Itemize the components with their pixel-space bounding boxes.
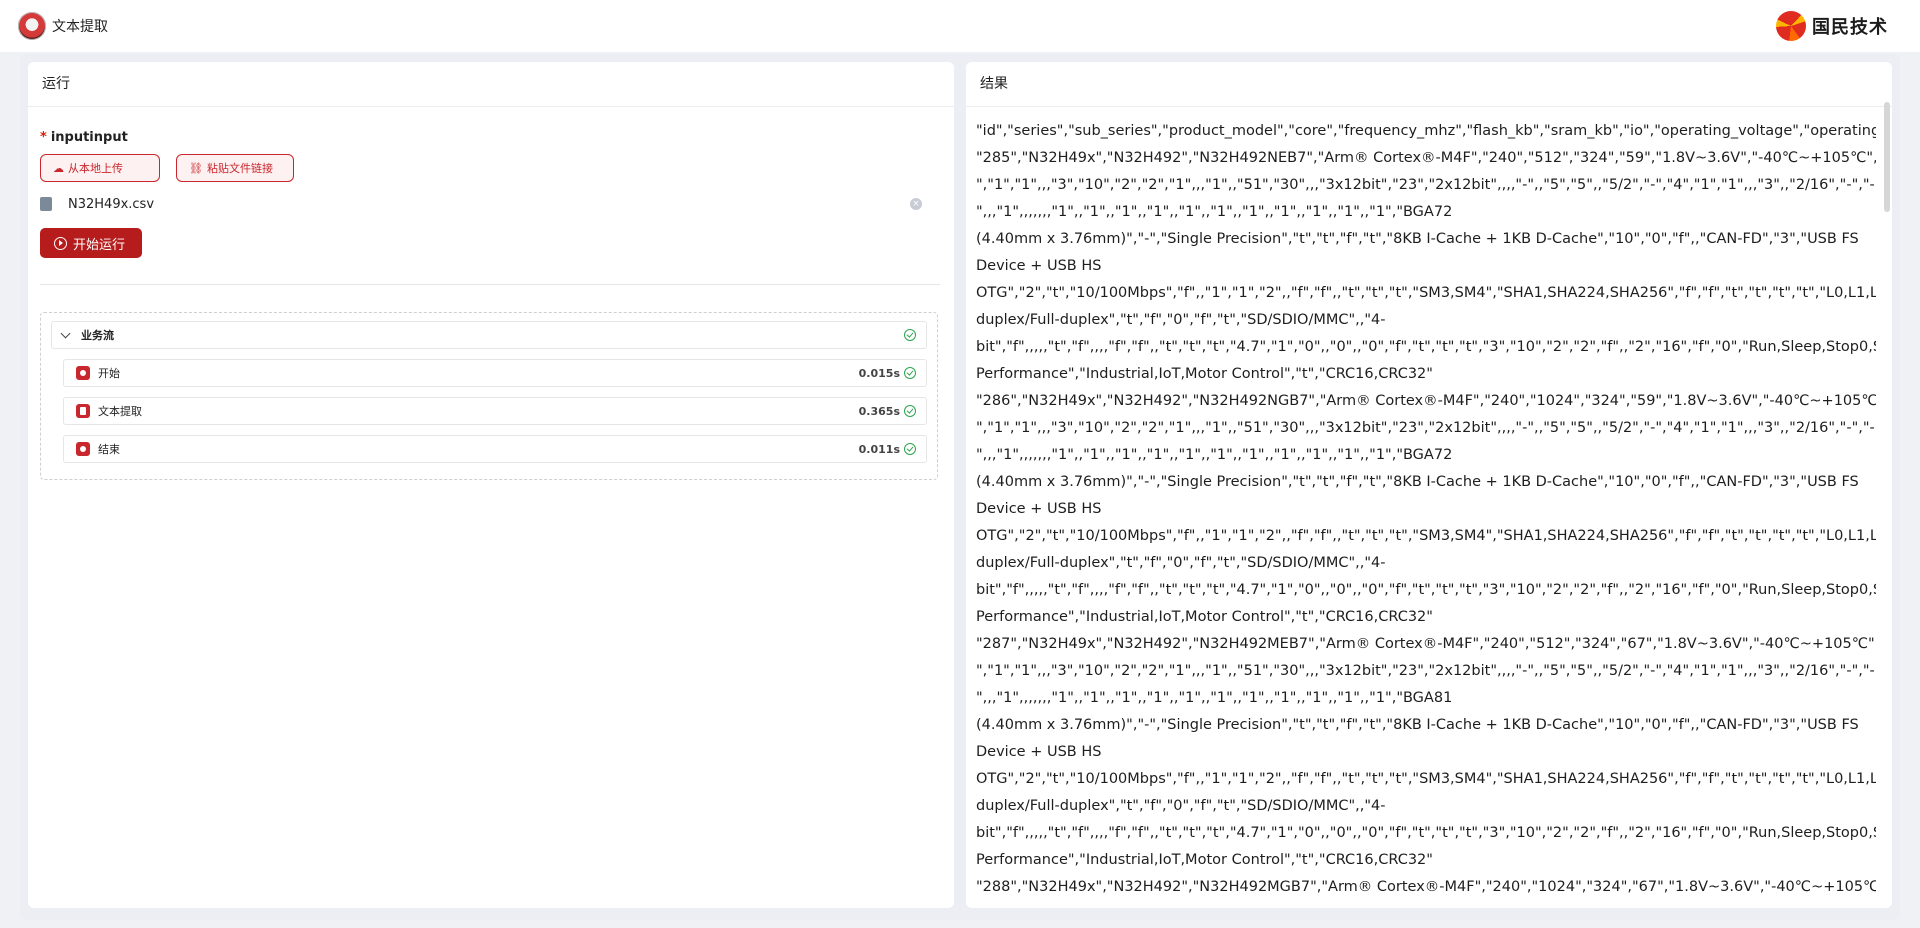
upload-local-button[interactable]: ☁ 从本地上传 — [40, 154, 160, 182]
input-field-label-text: inputinput — [50, 130, 128, 145]
check-circle-icon — [904, 367, 916, 379]
result-panel: 结果 "id","series","sub_series","product_m… — [966, 62, 1892, 908]
step-label: 文本提取 — [98, 405, 142, 418]
chevron-down-icon — [60, 328, 71, 339]
result-line: ","1","1",,,"3","10","2","2","1",,,"1",,… — [976, 663, 1875, 679]
result-line: duplex/Full-duplex","t","f","0","f","t",… — [976, 798, 1386, 814]
link-icon: ⛓ — [189, 161, 203, 175]
result-line: ","1","1",,,"3","10","2","2","1",,,"1",,… — [976, 177, 1875, 193]
result-line: OTG","2","t","10/100Mbps","f",,"1","1","… — [976, 528, 1876, 544]
result-line: ",,,"1",,,,,,,"1",,"1",,"1",,"1",,"1",,"… — [976, 204, 1453, 220]
brand-logo: 国民技术 — [1776, 10, 1888, 42]
brand-name: 国民技术 — [1812, 17, 1888, 38]
result-line: OTG","2","t","10/100Mbps","f",,"1","1","… — [976, 285, 1876, 301]
upload-local-label: 从本地上传 — [68, 162, 123, 175]
step-duration: 0.015s — [858, 366, 900, 380]
result-panel-title: 结果 — [966, 62, 1892, 107]
result-line: duplex/Full-duplex","t","f","0","f","t",… — [976, 312, 1386, 328]
paste-link-label: 粘贴文件链接 — [206, 162, 273, 175]
result-line: Performance","Industrial,IoT,Motor Contr… — [976, 852, 1433, 868]
step-duration: 0.011s — [858, 442, 900, 456]
run-panel: 运行 * inputinput ☁ 从本地上传 ⛓ 粘贴文件链接 N32H49x.… — [28, 62, 954, 908]
remove-file-icon[interactable]: × — [910, 198, 922, 210]
file-name: N32H49x.csv — [68, 196, 155, 212]
result-scrollbar[interactable] — [1884, 102, 1890, 212]
result-line: Performance","Industrial,IoT,Motor Contr… — [976, 609, 1433, 625]
paste-link-button[interactable]: ⛓ 粘贴文件链接 — [176, 154, 294, 182]
input-field-label: * inputinput — [40, 130, 128, 145]
check-circle-icon — [904, 443, 916, 455]
result-line: "287","N32H49x","N32H492","N32H492MEB7",… — [976, 636, 1876, 652]
result-line: "286","N32H49x","N32H492","N32H492NGB7",… — [976, 393, 1876, 409]
result-line: duplex/Full-duplex","t","f","0","f","t",… — [976, 555, 1386, 571]
result-line: ","1","1",,,"3","10","2","2","1",,,"1",,… — [976, 420, 1875, 436]
workflow-step-start[interactable]: 开始 0.015s — [63, 359, 927, 387]
brand-mark-icon — [1776, 11, 1806, 41]
result-output[interactable]: "id","series","sub_series","product_mode… — [976, 118, 1876, 908]
result-line: OTG","2","t","10/100Mbps","f",,"1","1","… — [976, 771, 1876, 787]
document-node-icon — [76, 404, 90, 418]
result-line: (4.40mm x 3.76mm)","-","Single Precision… — [976, 231, 1859, 247]
result-line: ",,,"1",,,,,,,"1",,"1",,"1",,"1",,"1",,"… — [976, 447, 1453, 463]
top-bar: 文本提取 国民技术 — [0, 0, 1920, 52]
step-label: 结束 — [98, 443, 120, 456]
result-line: bit","f",,,,,"t","f",,,,"f","f",,"t","t"… — [976, 825, 1876, 841]
result-line: ",,,"1",,,,,,,"1",,"1",,"1",,"1",,"1",,"… — [976, 690, 1453, 706]
start-node-icon — [76, 366, 90, 380]
required-mark: * — [40, 130, 47, 145]
result-line: "288","N32H49x","N32H492","N32H492MGB7",… — [976, 879, 1876, 895]
end-node-icon — [76, 442, 90, 456]
app-logo-icon — [18, 12, 46, 40]
cloud-upload-icon: ☁ — [53, 161, 64, 175]
check-circle-icon — [904, 329, 916, 341]
app-title: 文本提取 — [52, 19, 108, 35]
result-line: (4.40mm x 3.76mm)","-","Single Precision… — [976, 474, 1859, 490]
step-label: 开始 — [98, 367, 120, 380]
result-line: "id","series","sub_series","product_mode… — [976, 123, 1876, 139]
workflow-title: 业务流 — [81, 329, 114, 342]
result-line: Device + USB HS — [976, 744, 1102, 760]
start-run-button[interactable]: 开始运行 — [40, 228, 142, 258]
workflow-step-text-extract[interactable]: 文本提取 0.365s — [63, 397, 927, 425]
workflow-step-end[interactable]: 结束 0.011s — [63, 435, 927, 463]
step-duration: 0.365s — [858, 404, 900, 418]
result-line: Device + USB HS — [976, 501, 1102, 517]
workflow-box: 业务流 开始 0.015s 文本提取 0.365s 结束 0.011s — [40, 312, 938, 480]
play-circle-icon — [54, 236, 67, 250]
result-line: "285","N32H49x","N32H492","N32H492NEB7",… — [976, 150, 1876, 166]
result-line: Performance","Industrial,IoT,Motor Contr… — [976, 366, 1433, 382]
result-line: Device + USB HS — [976, 258, 1102, 274]
check-circle-icon — [904, 405, 916, 417]
workflow-header[interactable]: 业务流 — [51, 321, 927, 349]
result-text: "id","series","sub_series","product_mode… — [976, 118, 1876, 901]
run-panel-title: 运行 — [28, 62, 954, 107]
start-run-label: 开始运行 — [73, 237, 126, 253]
result-line: (4.40mm x 3.76mm)","-","Single Precision… — [976, 717, 1859, 733]
result-line: bit","f",,,,,"t","f",,,,"f","f",,"t","t"… — [976, 582, 1876, 598]
file-icon — [40, 197, 52, 211]
result-line: bit","f",,,,,"t","f",,,,"f","f",,"t","t"… — [976, 339, 1876, 355]
divider — [40, 284, 940, 285]
uploaded-file-item: N32H49x.csv × — [40, 192, 940, 216]
